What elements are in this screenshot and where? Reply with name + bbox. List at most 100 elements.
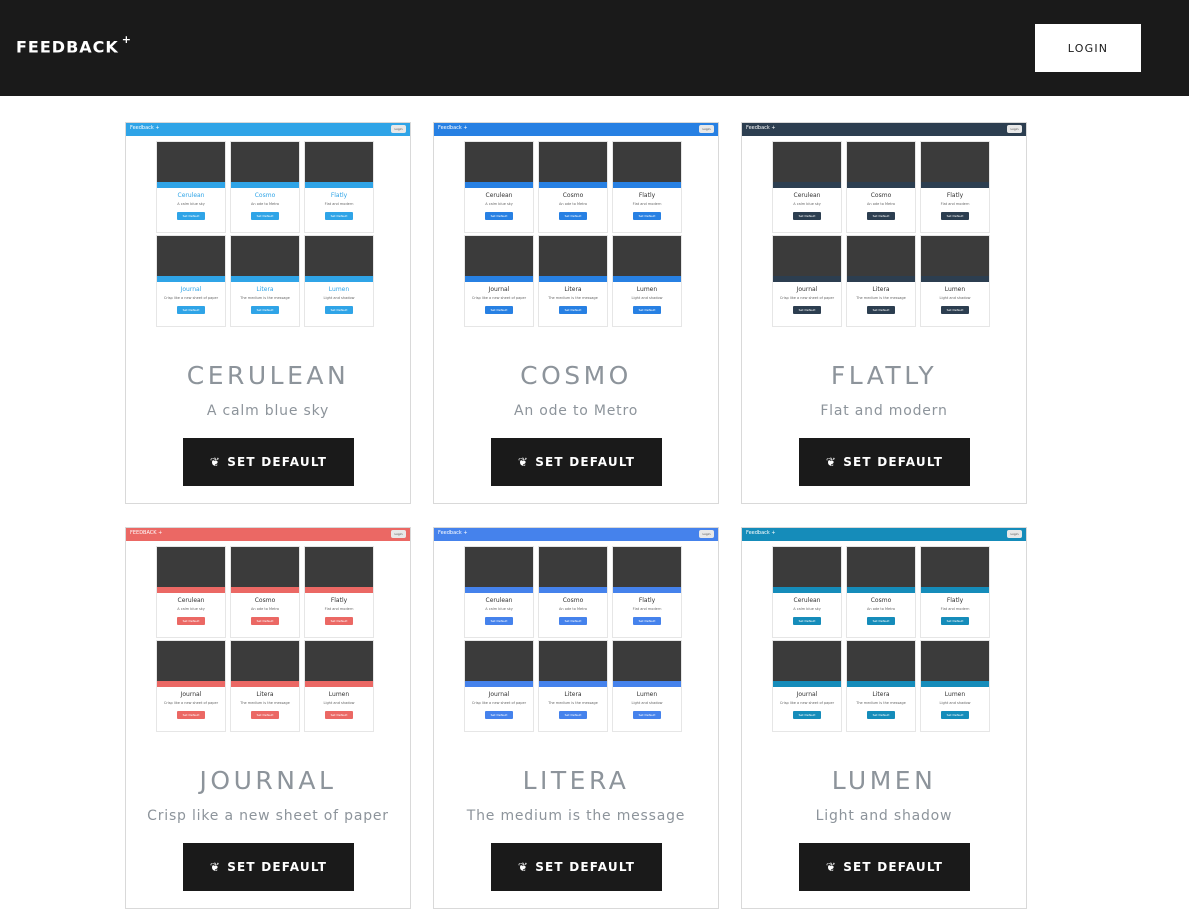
preview-set-default-button: Set Default <box>559 711 587 719</box>
preview-set-default-button: Set Default <box>793 306 821 314</box>
preview-set-default-button: Set Default <box>867 711 895 719</box>
brand-plus: + <box>121 33 133 46</box>
preview-card-image <box>773 236 841 282</box>
leaf-icon: ❦ <box>517 455 530 469</box>
preview-set-default-button: Set Default <box>867 306 895 314</box>
preview-brand: Feedback + <box>130 125 160 131</box>
preview-card-description: A calm blue sky <box>485 607 513 611</box>
preview-login-button: Login <box>699 125 714 133</box>
preview-card-image <box>305 547 373 593</box>
preview-set-default-button: Set Default <box>325 711 353 719</box>
set-default-button[interactable]: ❦ SET DEFAULT <box>183 843 354 891</box>
preview-card-image <box>231 142 299 188</box>
card-title: LUMEN <box>831 766 937 795</box>
preview-set-default-button: Set Default <box>177 306 205 314</box>
theme-preview: Feedback + Login Cerulean A calm blue sky Se… <box>742 528 1026 746</box>
preview-login-button: Login <box>1007 530 1022 538</box>
leaf-icon: ❦ <box>517 860 530 874</box>
preview-set-default-button: Set Default <box>941 212 969 220</box>
preview-card-title: Lumen <box>328 286 350 293</box>
preview-card-description: Flat and modern <box>940 202 970 206</box>
preview-card-title: Flatly <box>330 192 348 199</box>
login-button[interactable]: LOGIN <box>1035 24 1141 72</box>
set-default-button[interactable]: ❦ SET DEFAULT <box>491 438 662 486</box>
preview-theme-card: Cerulean A calm blue sky Set Default <box>772 141 842 233</box>
preview-set-default-button: Set Default <box>941 617 969 625</box>
preview-card-title: Cosmo <box>254 597 276 604</box>
leaf-icon: ❦ <box>825 455 838 469</box>
preview-set-default-button: Set Default <box>325 617 353 625</box>
preview-card-description: Flat and modern <box>940 607 970 611</box>
preview-set-default-button: Set Default <box>559 212 587 220</box>
preview-card-description: Flat and modern <box>324 202 354 206</box>
preview-card-image <box>773 641 841 687</box>
preview-card-image <box>539 236 607 282</box>
preview-card-description: The medium is the message <box>240 701 290 705</box>
set-default-button[interactable]: ❦ SET DEFAULT <box>183 438 354 486</box>
set-default-label: SET DEFAULT <box>843 455 944 469</box>
preview-theme-card: Journal Crisp like a new sheet of paper Se… <box>772 235 842 327</box>
preview-set-default-button: Set Default <box>485 617 513 625</box>
preview-theme-card: Litera The medium is the message Set Defau… <box>230 640 300 732</box>
preview-card-image <box>921 547 989 593</box>
theme-card-flatly: Feedback + Login Cerulean A calm blue sky Se… <box>741 122 1027 504</box>
theme-preview: Feedback + Login Cerulean A calm blue sky Se… <box>434 528 718 746</box>
preview-set-default-button: Set Default <box>177 617 205 625</box>
preview-card-description: A calm blue sky <box>485 202 513 206</box>
preview-navbar: Feedback + Login <box>126 123 410 136</box>
preview-theme-card: Cerulean A calm blue sky Set Default <box>772 546 842 638</box>
preview-set-default-button: Set Default <box>633 306 661 314</box>
card-title: FLATLY <box>830 361 938 390</box>
preview-theme-card: Litera The medium is the message Set Defau… <box>538 235 608 327</box>
preview-set-default-button: Set Default <box>559 617 587 625</box>
preview-card-description: Flat and modern <box>632 202 662 206</box>
preview-set-default-button: Set Default <box>633 212 661 220</box>
theme-preview: FEEDBACK + Login Cerulean A calm blue sky Se… <box>126 528 410 746</box>
preview-set-default-button: Set Default <box>559 306 587 314</box>
preview-card-title: Litera <box>872 286 890 293</box>
preview-theme-card: Journal Crisp like a new sheet of paper Se… <box>464 640 534 732</box>
preview-card-description: Light and shadow <box>939 701 971 705</box>
set-default-label: SET DEFAULT <box>227 860 328 874</box>
preview-navbar: Feedback + Login <box>742 528 1026 541</box>
preview-theme-card: Cosmo An ode to Metro Set Default <box>230 141 300 233</box>
preview-card-title: Cosmo <box>870 597 892 604</box>
preview-navbar: Feedback + Login <box>434 528 718 541</box>
set-default-button[interactable]: ❦ SET DEFAULT <box>799 843 970 891</box>
preview-card-title: Flatly <box>946 597 964 604</box>
preview-set-default-button: Set Default <box>251 617 279 625</box>
preview-card-image <box>613 142 681 188</box>
preview-card-description: A calm blue sky <box>177 607 205 611</box>
preview-card-description: Light and shadow <box>631 701 663 705</box>
preview-card-image <box>305 641 373 687</box>
set-default-label: SET DEFAULT <box>843 860 944 874</box>
preview-card-title: Journal <box>180 286 202 293</box>
preview-card-description: Crisp like a new sheet of paper <box>163 701 219 705</box>
preview-card-title: Journal <box>488 286 510 293</box>
preview-theme-card: Lumen Light and shadow Set Default <box>920 235 990 327</box>
preview-theme-card: Litera The medium is the message Set Defau… <box>846 235 916 327</box>
theme-card-lumen: Feedback + Login Cerulean A calm blue sky Se… <box>741 527 1027 909</box>
preview-brand: Feedback + <box>438 530 468 536</box>
preview-theme-card: Lumen Light and shadow Set Default <box>612 235 682 327</box>
set-default-button[interactable]: ❦ SET DEFAULT <box>491 843 662 891</box>
preview-card-description: An ode to Metro <box>866 607 896 611</box>
preview-card-image <box>773 142 841 188</box>
preview-card-image <box>465 641 533 687</box>
preview-card-image <box>921 641 989 687</box>
card-description: Flat and modern <box>820 403 948 419</box>
preview-theme-card: Litera The medium is the message Set Defau… <box>230 235 300 327</box>
preview-card-description: A calm blue sky <box>793 202 821 206</box>
preview-card-title: Flatly <box>330 597 348 604</box>
preview-card-description: Crisp like a new sheet of paper <box>471 701 527 705</box>
preview-card-description: An ode to Metro <box>866 202 896 206</box>
preview-card-image <box>305 236 373 282</box>
preview-navbar: Feedback + Login <box>434 123 718 136</box>
preview-card-image <box>847 641 915 687</box>
preview-theme-card: Litera The medium is the message Set Defau… <box>846 640 916 732</box>
preview-card-image <box>231 547 299 593</box>
preview-card-title: Litera <box>872 691 890 698</box>
set-default-button[interactable]: ❦ SET DEFAULT <box>799 438 970 486</box>
theme-preview: Feedback + Login Cerulean A calm blue sky Se… <box>434 123 718 341</box>
brand-logo[interactable]: FEEDBACK + <box>16 33 133 56</box>
